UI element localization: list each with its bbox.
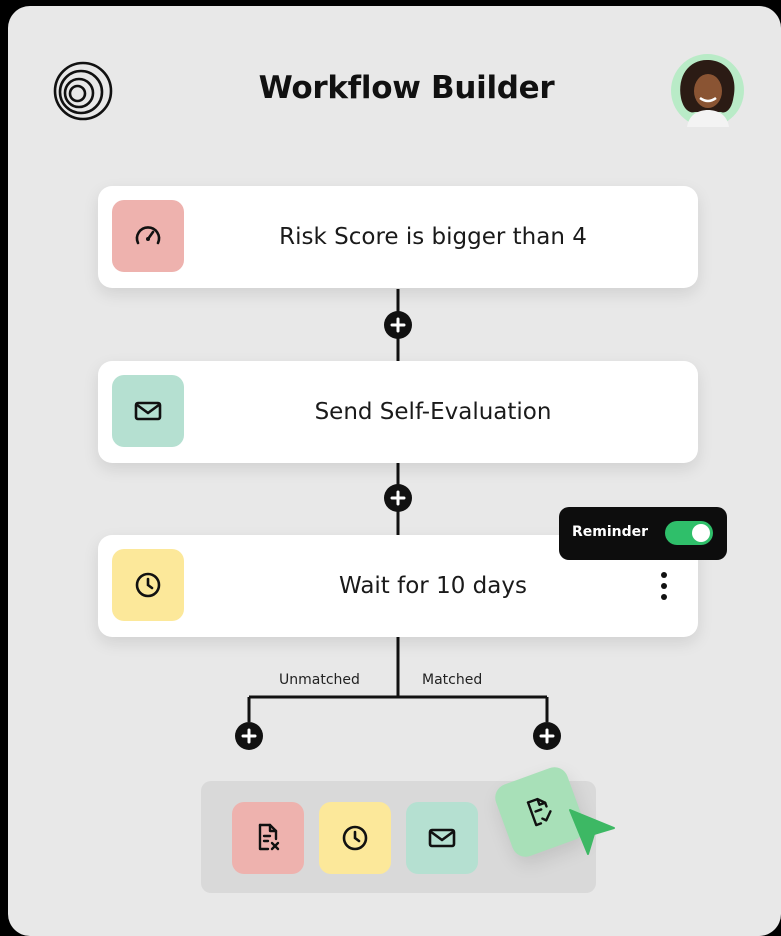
tray-item-email[interactable] (406, 802, 478, 874)
gauge-icon (112, 200, 184, 272)
toggle-knob (692, 524, 710, 542)
add-step-unmatched-button[interactable] (235, 722, 263, 750)
avatar[interactable] (671, 54, 744, 127)
reminder-toggle[interactable] (665, 521, 713, 545)
plus-icon (539, 728, 555, 744)
cursor-arrow-icon (569, 809, 615, 855)
reminder-popover: Reminder (559, 507, 727, 560)
tray-item-reject-document[interactable] (232, 802, 304, 874)
add-step-button[interactable] (384, 311, 412, 339)
tray-item-wait[interactable] (319, 802, 391, 874)
page-title: Workflow Builder (258, 70, 555, 106)
workflow-builder-panel: Workflow Builder Risk Score is bigger th… (8, 6, 781, 936)
document-sign-icon (526, 797, 552, 827)
plus-icon (241, 728, 257, 744)
clock-icon (112, 549, 184, 621)
plus-icon (390, 317, 406, 333)
more-options-icon[interactable] (654, 569, 674, 603)
reminder-label: Reminder (572, 524, 649, 540)
file-remove-icon (258, 823, 280, 851)
add-step-matched-button[interactable] (533, 722, 561, 750)
step-label: Send Self-Evaluation (314, 399, 552, 425)
branch-label-unmatched: Unmatched (279, 672, 360, 688)
workflow-step-email[interactable]: Send Self-Evaluation (98, 361, 698, 463)
branch-label-matched: Matched (422, 672, 483, 688)
mail-icon (428, 828, 456, 848)
add-step-button[interactable] (384, 484, 412, 512)
plus-icon (390, 490, 406, 506)
workflow-step-condition[interactable]: Risk Score is bigger than 4 (98, 186, 698, 288)
mail-icon (112, 375, 184, 447)
clock-icon (342, 825, 368, 851)
step-label: Risk Score is bigger than 4 (279, 224, 587, 250)
